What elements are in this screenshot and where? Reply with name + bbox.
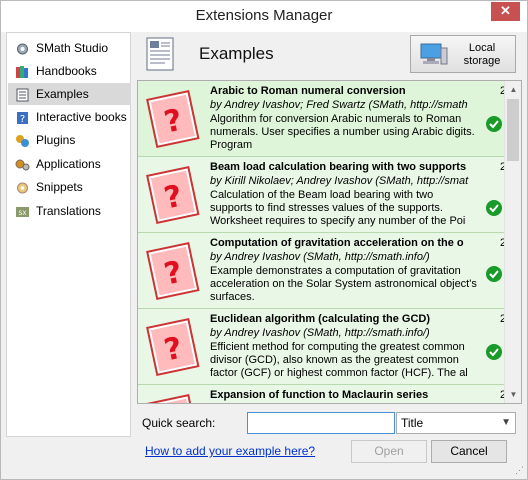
add-example-help-link[interactable]: How to add your example here? [145, 444, 315, 458]
list-item[interactable]: ? Arabic to Roman numeral conversion 2 b… [138, 81, 506, 157]
applications-icon [15, 157, 30, 171]
extensions-manager-window: Extensions Manager ✕ SMath Studio Handbo… [0, 0, 528, 480]
item-description: Efficient method for computing the great… [210, 341, 468, 379]
plugin-icon [15, 133, 30, 147]
installed-check-icon [484, 341, 504, 381]
local-storage-label: Local storage [463, 42, 501, 67]
resize-grip-icon[interactable]: ⋰ [515, 465, 524, 476]
close-button[interactable]: ✕ [491, 2, 520, 21]
books-icon [15, 64, 30, 78]
chevron-down-icon: ▼ [501, 417, 511, 428]
sidebar-item-applications[interactable]: Applications [8, 153, 131, 175]
snippet-icon [15, 180, 30, 194]
installed-check-icon [484, 189, 504, 229]
sidebar-item-label: Interactive books [36, 110, 127, 124]
page-title: Examples [199, 44, 274, 63]
installed-check-icon [484, 265, 504, 305]
translation-icon: SX [15, 204, 30, 218]
item-description: Example demonstrates a computation of gr… [210, 265, 477, 303]
sidebar-item-label: Plugins [36, 133, 76, 147]
item-title: Arabic to Roman numeral conversion [210, 85, 406, 97]
item-authors: by Andrey Ivashov; Fred Swartz (SMath, h… [210, 99, 468, 111]
quick-search-input[interactable] [247, 412, 395, 434]
sidebar-item-plugins[interactable]: Plugins [8, 129, 131, 151]
quick-search-label: Quick search: [142, 416, 216, 430]
document-icon [15, 87, 30, 102]
local-storage-button[interactable]: Local storage [410, 35, 516, 73]
item-authors: by Andrey Ivashov (SMath, http://smath.i… [210, 251, 430, 263]
gear-icon [15, 41, 30, 55]
scrollbar-thumb[interactable] [507, 99, 519, 161]
computer-icon [419, 42, 449, 71]
sidebar-item-translations[interactable]: SX Translations [8, 200, 131, 222]
sidebar-item-label: Examples [36, 87, 89, 101]
item-description: Calculation of the Beam load bearing wit… [210, 189, 466, 227]
open-button[interactable]: Open [351, 440, 427, 463]
scroll-down-arrow-icon[interactable]: ▼ [505, 386, 521, 403]
unknown-example-icon: ? [142, 239, 204, 308]
sidebar-item-handbooks[interactable]: Handbooks [8, 60, 131, 82]
item-title: Expansion of function to Maclaurin serie… [210, 389, 429, 401]
sidebar-item-label: Applications [36, 157, 101, 171]
list-item[interactable]: ? Euclidean algorithm (calculating the G… [138, 309, 506, 385]
sidebar-item-examples[interactable]: Examples [8, 83, 131, 105]
window-title: Extensions Manager [195, 7, 333, 24]
svg-text:SX: SX [19, 210, 27, 217]
sidebar-item-smath-studio[interactable]: SMath Studio [8, 37, 131, 59]
content-header: Examples Local storage [137, 32, 523, 76]
scroll-up-arrow-icon[interactable]: ▲ [505, 81, 521, 98]
title-bar: Extensions Manager ✕ [1, 1, 527, 32]
examples-document-icon [145, 36, 177, 75]
unknown-example-icon: ? [142, 315, 204, 384]
cancel-button[interactable]: Cancel [431, 440, 507, 463]
unknown-example-icon [142, 391, 204, 403]
sidebar-item-interactive-books[interactable]: ? Interactive books [8, 106, 131, 128]
list-item[interactable]: Expansion of function to Maclaurin serie… [138, 385, 506, 403]
sidebar-item-snippets[interactable]: Snippets [8, 176, 131, 198]
help-book-icon: ? [15, 110, 30, 125]
search-field-value: Title [401, 416, 424, 430]
item-authors: by Andrey Ivashov (SMath, http://smath.i… [210, 327, 430, 339]
list-item[interactable]: ? Beam load calculation bearing with two… [138, 157, 506, 233]
sidebar-item-label: SMath Studio [36, 41, 109, 55]
item-title: Computation of gravitation acceleration … [210, 237, 464, 249]
installed-check-icon [484, 113, 504, 153]
item-description: Algorithm for conversion Arabic numerals… [210, 113, 475, 151]
examples-list[interactable]: ? Arabic to Roman numeral conversion 2 b… [137, 80, 522, 404]
item-authors: by Kirill Nikolaev; Andrey Ivashov (SMat… [210, 175, 469, 187]
list-item[interactable]: ? Computation of gravitation acceleratio… [138, 233, 506, 309]
unknown-example-icon: ? [142, 163, 204, 232]
list-scrollbar[interactable]: ▲ ▼ [504, 81, 521, 403]
sidebar-item-label: Handbooks [36, 64, 97, 78]
category-sidebar: SMath Studio Handbooks Examples ? Intera… [6, 32, 131, 437]
unknown-example-icon: ? [142, 87, 204, 156]
svg-text:?: ? [20, 114, 25, 125]
sidebar-item-label: Translations [36, 204, 101, 218]
item-title: Euclidean algorithm (calculating the GCD… [210, 313, 431, 325]
sidebar-item-label: Snippets [36, 180, 83, 194]
search-field-select[interactable]: Title ▼ [396, 412, 516, 434]
item-title: Beam load calculation bearing with two s… [210, 161, 467, 173]
